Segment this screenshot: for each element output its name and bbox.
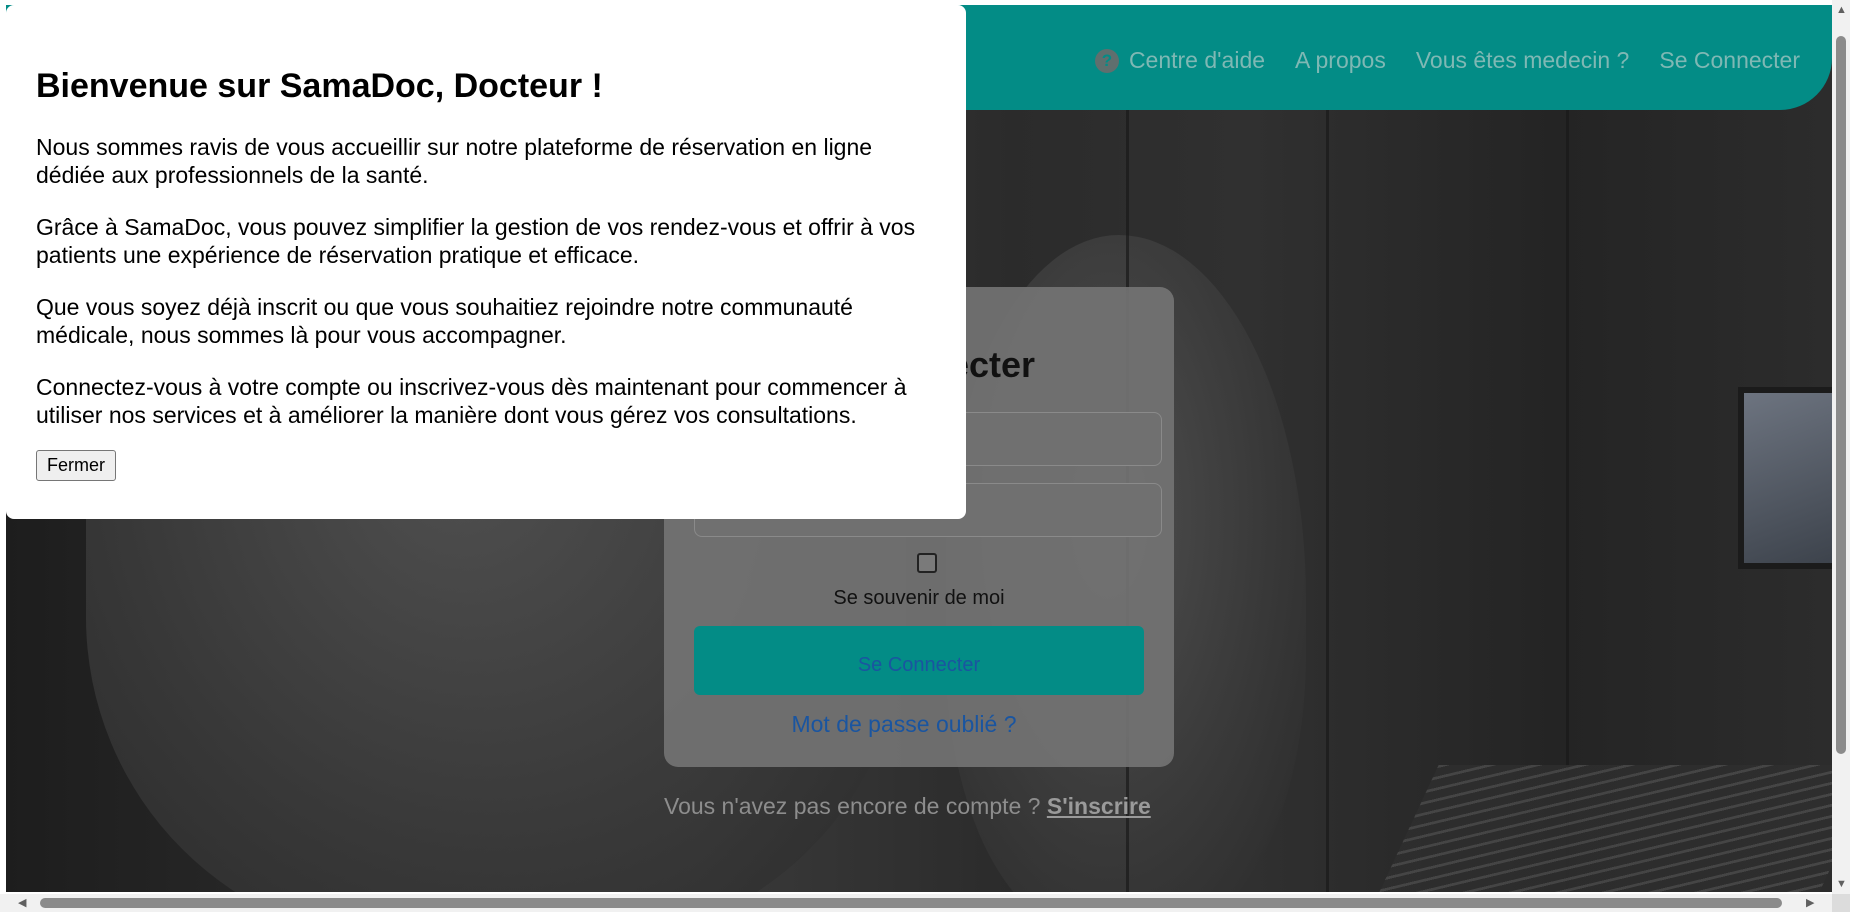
- remember-me-checkbox[interactable]: [917, 553, 937, 573]
- modal-paragraph: Que vous soyez déjà inscrit ou que vous …: [36, 294, 853, 348]
- signup-prompt: Vous n'avez pas encore de compte ? S'ins…: [664, 793, 1151, 820]
- scrollbar-corner: [1832, 894, 1850, 912]
- horizontal-scroll-thumb[interactable]: [40, 898, 1782, 908]
- nav-help-center-label: Centre d'aide: [1128, 47, 1266, 73]
- vertical-scroll-thumb[interactable]: [1836, 36, 1846, 754]
- scroll-left-arrow-icon[interactable]: ◀: [18, 897, 26, 909]
- nav-are-you-doctor[interactable]: Vous êtes medecin ?: [1416, 47, 1630, 74]
- signup-link[interactable]: S'inscrire: [1047, 793, 1151, 819]
- modal-paragraph: Connectez-vous à votre compte ou inscriv…: [36, 374, 907, 428]
- modal-paragraph: Grâce à SamaDoc, vous pouvez simplifier …: [36, 214, 916, 268]
- close-modal-button[interactable]: Fermer: [36, 450, 116, 481]
- horizontal-scrollbar[interactable]: ◀ ▶: [0, 894, 1832, 912]
- nav-login[interactable]: Se Connecter: [1659, 47, 1800, 74]
- signup-prompt-text: Vous n'avez pas encore de compte ?: [664, 793, 1041, 819]
- remember-me-label: Se souvenir de moi: [833, 587, 1005, 609]
- scroll-down-arrow-icon[interactable]: ▼: [1836, 878, 1847, 890]
- forgot-password-link[interactable]: Mot de passe oublié ?: [664, 711, 1144, 738]
- nav-links: ? Centre d'aide A propos Vous êtes medec…: [1094, 47, 1800, 74]
- modal-paragraph: Nous sommes ravis de vous accueillir sur…: [36, 134, 873, 188]
- modal-title: Bienvenue sur SamaDoc, Docteur !: [36, 67, 603, 105]
- welcome-modal: Bienvenue sur SamaDoc, Docteur ! Nous so…: [6, 5, 966, 519]
- scroll-up-arrow-icon[interactable]: ▲: [1836, 4, 1847, 16]
- question-circle-icon: ?: [1094, 48, 1119, 73]
- nav-about[interactable]: A propos: [1295, 47, 1386, 74]
- login-submit-button[interactable]: Se Connecter: [694, 626, 1144, 695]
- nav-help-center[interactable]: ? Centre d'aide: [1094, 47, 1266, 74]
- vertical-scrollbar[interactable]: ▲ ▼: [1832, 0, 1850, 896]
- scroll-right-arrow-icon[interactable]: ▶: [1806, 897, 1814, 909]
